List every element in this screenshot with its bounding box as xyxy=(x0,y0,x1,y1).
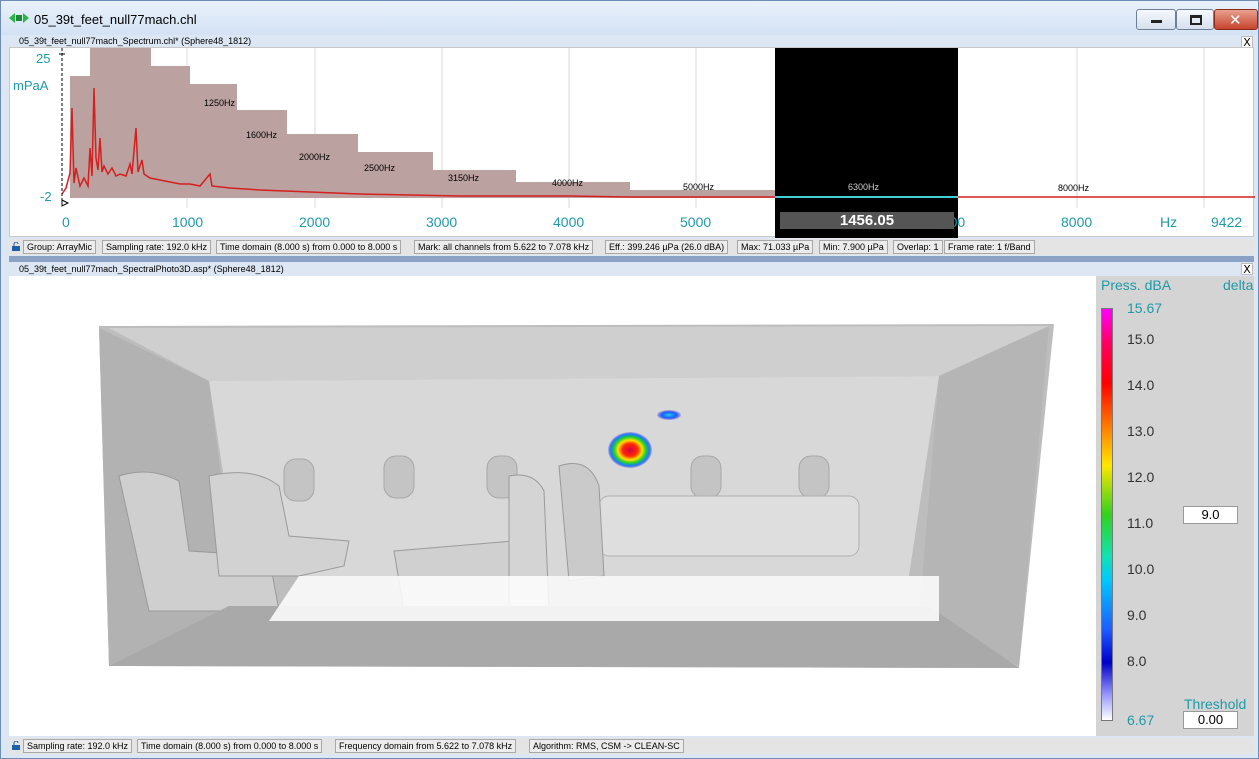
lock-icon[interactable] xyxy=(12,741,20,750)
photo-status-bar: Sampling rate: 192.0 kHz Time domain (8.… xyxy=(9,738,1254,754)
lock-icon[interactable] xyxy=(12,242,20,251)
status-item: Group: ArrayMic xyxy=(23,240,97,254)
status-item: Overlap: 1 xyxy=(893,240,943,254)
band-label: 8000Hz xyxy=(1058,183,1090,193)
legend-tick: 9.0 xyxy=(1127,607,1147,623)
band-label: 5000Hz xyxy=(683,182,715,192)
application-window: 05_39t_feet_null77mach.chl ✕ 05_39t_feet… xyxy=(0,0,1259,759)
threshold-label: Threshold xyxy=(1184,696,1247,712)
status-item: Sampling rate: 192.0 kHz xyxy=(23,739,133,753)
y-unit-label: mPaA xyxy=(13,78,49,93)
spectrum-status-bar: Group: ArrayMic Sampling rate: 192.0 kHz… xyxy=(9,239,1254,255)
status-item: Algorithm: RMS, CSM -> CLEAN-SC xyxy=(529,739,684,753)
app-icon xyxy=(9,13,29,23)
cabin-3d-model[interactable] xyxy=(9,276,1096,736)
title-bar: 05_39t_feet_null77mach.chl ✕ xyxy=(1,1,1258,35)
status-item: Min: 7.900 µPa xyxy=(819,240,888,254)
spectrum-panel-title: 05_39t_feet_null77mach_Spectrum.chl* (Sp… xyxy=(19,36,252,46)
threshold-input[interactable]: 0.00 xyxy=(1183,711,1238,729)
x-tick: 3000 xyxy=(426,214,458,230)
band-label: 2000Hz xyxy=(299,152,331,162)
minimize-button[interactable] xyxy=(1136,9,1176,30)
legend-tick: 11.0 xyxy=(1127,515,1154,531)
marker-value: 1456.05 xyxy=(780,212,954,229)
legend-title: Press. dBA xyxy=(1101,277,1172,293)
spectrum-svg[interactable] xyxy=(10,48,1255,238)
x-tick: 5000 xyxy=(680,214,712,230)
band-label: 6300Hz xyxy=(848,182,880,192)
minimize-icon xyxy=(1151,20,1162,23)
status-item: Time domain (8.000 s) from 0.000 to 8.00… xyxy=(216,240,402,254)
legend-tick: 13.0 xyxy=(1127,423,1155,439)
x-tick: 2000 xyxy=(299,214,331,230)
legend-tick: 8.0 xyxy=(1127,653,1147,669)
legend-tick: 12.0 xyxy=(1127,469,1155,485)
x-tick: 0 xyxy=(62,214,70,230)
close-button[interactable]: ✕ xyxy=(1214,9,1258,30)
x-tick: 8000 xyxy=(1061,214,1093,230)
legend-delta-label: delta xyxy=(1223,277,1254,293)
delta-value-input[interactable]: 9.0 xyxy=(1183,506,1238,524)
status-item: Sampling rate: 192.0 kHz xyxy=(102,240,212,254)
maximize-button[interactable] xyxy=(1176,9,1214,30)
noise-hotspot-primary xyxy=(608,432,652,468)
status-item: Max: 71.033 µPa xyxy=(737,240,814,254)
band-label: 4000Hz xyxy=(552,178,584,188)
band-label: 1250Hz xyxy=(204,98,236,108)
panel-splitter[interactable] xyxy=(9,256,1254,262)
band-bars xyxy=(70,48,775,198)
x-max-label: 9422 xyxy=(1211,214,1243,230)
status-item: Frequency domain from 5.622 to 7.078 kHz xyxy=(335,739,517,753)
close-icon: ✕ xyxy=(1229,11,1242,29)
x-tick: 1000 xyxy=(172,214,204,230)
y-top-label: 25 xyxy=(36,51,51,66)
x-unit-label: Hz xyxy=(1160,214,1178,230)
status-item: Eff.: 399.246 µPa (26.0 dBA) xyxy=(605,240,729,254)
legend-tick: 14.0 xyxy=(1127,377,1155,393)
status-item: Time domain (8.000 s) from 0.000 to 8.00… xyxy=(137,739,323,753)
spectrum-chart[interactable]: 25 mPaA -2 0 1000 2000 3000 4000 5000 60… xyxy=(9,47,1255,238)
maximize-icon xyxy=(1190,15,1202,25)
noise-hotspot-secondary xyxy=(657,410,681,420)
legend-tick: 10.0 xyxy=(1127,561,1155,577)
status-item: Frame rate: 1 f/Band xyxy=(944,240,1035,254)
color-legend: Press. dBA delta 15.67 15.0 14.0 13.0 12… xyxy=(1096,276,1254,736)
band-label: 2500Hz xyxy=(364,163,396,173)
photo-panel-title: 05_39t_feet_null77mach_SpectralPhoto3D.a… xyxy=(19,264,284,274)
spectral-photo-3d-view[interactable] xyxy=(9,276,1096,736)
marker-selection[interactable] xyxy=(775,48,958,238)
band-label: 1600Hz xyxy=(246,130,278,140)
window-title: 05_39t_feet_null77mach.chl xyxy=(34,12,197,27)
legend-tick: 15.0 xyxy=(1127,331,1155,347)
legend-tick: 6.67 xyxy=(1127,712,1155,728)
x-tick: 4000 xyxy=(553,214,585,230)
band-label: 3150Hz xyxy=(448,173,480,183)
legend-tick: 15.67 xyxy=(1127,300,1163,316)
status-item: Mark: all channels from 5.622 to 7.078 k… xyxy=(414,240,594,254)
colorbar xyxy=(1101,308,1113,721)
photo-panel-close-button[interactable]: X xyxy=(1241,263,1253,275)
y-bottom-label: -2 xyxy=(40,189,52,204)
